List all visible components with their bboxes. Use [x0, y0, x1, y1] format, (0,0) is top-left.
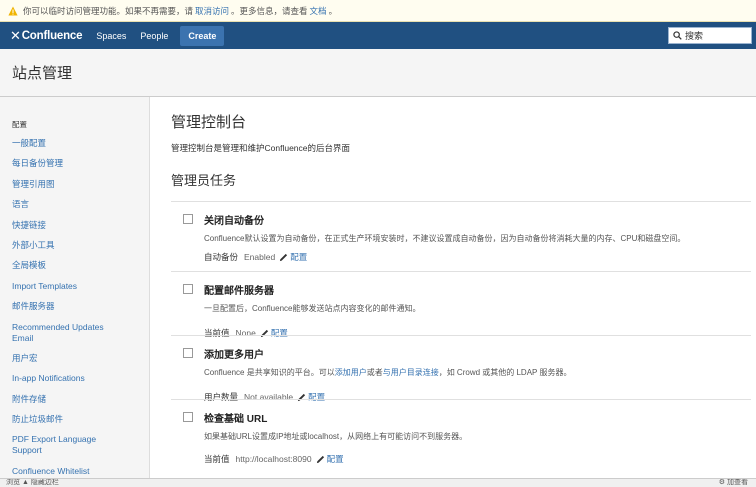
- search-input[interactable]: 搜索: [668, 27, 752, 44]
- task-description: Confluence 是共享知识的平台。可以添加用户或者与用户目录连接，如 Cr…: [204, 367, 724, 379]
- pencil-icon: [316, 455, 324, 463]
- bottom-bar-left[interactable]: 浏览 ▲ 隐藏边栏: [6, 479, 59, 486]
- sidebar-heading: 配置: [12, 120, 27, 129]
- task-meta: 当前值 http://localhost:8090 配置: [204, 453, 751, 465]
- task-description: 一旦配置后，Confluence能够发送站点内容变化的邮件通知。: [204, 304, 421, 313]
- task-text-c: ，如 Crowd 或其他的 LDAP 服务器。: [438, 368, 572, 377]
- notice-text: 你可以临时访问管理功能。如果不再需要，请: [23, 5, 194, 16]
- bottom-bar: 浏览 ▲ 隐藏边栏 ⚙ 加查看: [0, 478, 756, 487]
- task-check-base-url: 检查基础 URL 如果基础URL设置成IP地址或localhost，从网络上有可…: [171, 399, 751, 469]
- task-meta-value: http://localhost:8090: [235, 454, 312, 464]
- task-meta-label: 自动备份: [204, 252, 239, 262]
- search-placeholder: 搜索: [685, 31, 704, 41]
- top-navigation: ✕ Confluence Spaces People Create 搜索: [0, 22, 756, 49]
- create-button[interactable]: Create: [180, 25, 225, 46]
- logo-text: Confluence: [21, 29, 83, 42]
- add-users-link[interactable]: 添加用户: [335, 368, 367, 377]
- console-description: 管理控制台是管理和维护Confluence的后台界面: [171, 143, 351, 153]
- bottom-bar-right[interactable]: ⚙ 加查看: [719, 479, 748, 487]
- sidebar-item-attachment-storage[interactable]: 附件存储: [12, 394, 122, 405]
- sidebar-item-spam-prevention[interactable]: 防止垃圾邮件: [12, 414, 122, 425]
- task-disable-backup: 关闭自动备份 Confluence默认设置为自动备份，在正式生产环境安装时，不建…: [171, 201, 751, 271]
- docs-link[interactable]: 文档: [310, 5, 327, 17]
- task-add-users: 添加更多用户 Confluence 是共享知识的平台。可以添加用户或者与用户目录…: [171, 335, 751, 402]
- page-title: 站点管理: [12, 65, 73, 82]
- task-meta-label: 当前值: [204, 454, 230, 464]
- cancel-access-link[interactable]: 取消访问: [195, 5, 229, 17]
- warning-icon: [8, 6, 18, 16]
- task-title: 配置邮件服务器: [204, 286, 274, 297]
- task-meta-value: Enabled: [244, 252, 276, 262]
- sidebar-item-language[interactable]: 语言: [12, 199, 122, 210]
- pencil-icon: [280, 253, 288, 261]
- nav-spaces[interactable]: Spaces: [96, 31, 126, 41]
- task-config-link[interactable]: 配置: [290, 251, 307, 263]
- notice-text-end: 。: [328, 5, 338, 16]
- sidebar-item-import-templates[interactable]: Import Templates: [12, 281, 122, 292]
- task-description: 如果基础URL设置成IP地址或localhost，从网络上有可能访问不到服务器。: [204, 432, 468, 441]
- console-title: 管理控制台: [171, 114, 247, 131]
- user-directory-link[interactable]: 与用户目录连接: [383, 368, 439, 377]
- task-text-b: 或者: [366, 368, 383, 377]
- sidebar-item-global-templates[interactable]: 全局模板: [12, 260, 122, 271]
- sidebar-item-mail-servers[interactable]: 邮件服务器: [12, 301, 122, 312]
- page-header: 站点管理: [0, 49, 756, 97]
- task-checkbox[interactable]: [183, 284, 193, 294]
- task-config-link[interactable]: 配置: [327, 453, 344, 465]
- task-meta: 自动备份 Enabled 配置: [204, 251, 751, 263]
- task-configure-mail: 配置邮件服务器 一旦配置后，Confluence能够发送站点内容变化的邮件通知。…: [171, 271, 751, 338]
- nav-people[interactable]: People: [140, 31, 168, 41]
- task-text-a: Confluence 是共享知识的平台。可以: [204, 368, 335, 377]
- notice-text-middle: 。更多信息，请查看: [231, 5, 308, 16]
- task-checkbox[interactable]: [183, 214, 193, 224]
- task-title: 关闭自动备份: [204, 216, 264, 227]
- sidebar-item-user-macros[interactable]: 用户宏: [12, 353, 122, 364]
- confluence-x-icon: ✕: [10, 27, 21, 43]
- task-checkbox[interactable]: [183, 348, 193, 358]
- sidebar-item-in-app-notifications[interactable]: In-app Notifications: [12, 373, 122, 384]
- sidebar-item-recommended-updates[interactable]: Recommended Updates Email: [12, 322, 122, 344]
- sidebar-item-shortcut-links[interactable]: 快捷链接: [12, 220, 122, 231]
- confluence-logo[interactable]: ✕ Confluence: [10, 27, 83, 44]
- admin-tasks-heading: 管理员任务: [171, 173, 237, 188]
- sidebar-item-external-gadgets[interactable]: 外部小工具: [12, 240, 122, 251]
- sidebar-item-referrers[interactable]: 管理引用图: [12, 179, 122, 190]
- task-description: Confluence默认设置为自动备份，在正式生产环境安装时，不建议设置成自动备…: [204, 234, 686, 243]
- task-checkbox[interactable]: [183, 412, 193, 422]
- admin-access-notice: 你可以临时访问管理功能。如果不再需要，请 取消访问 。更多信息，请查看 文档 。: [0, 0, 756, 22]
- admin-sidebar: 配置 一般配置 每日备份管理 管理引用图 语言 快捷链接 外部小工具 全局模板 …: [0, 97, 150, 487]
- sidebar-item-pdf-export-language[interactable]: PDF Export Language Support: [12, 434, 122, 456]
- sidebar-item-confluence-whitelist[interactable]: Confluence Whitelist: [12, 466, 122, 477]
- task-title: 检查基础 URL: [204, 414, 268, 425]
- task-title: 添加更多用户: [204, 350, 264, 361]
- main-content: 管理控制台 管理控制台是管理和维护Confluence的后台界面 管理员任务 关…: [150, 97, 756, 487]
- search-icon: [673, 31, 682, 40]
- sidebar-item-general-config[interactable]: 一般配置: [12, 138, 122, 149]
- sidebar-item-daily-backup[interactable]: 每日备份管理: [12, 158, 122, 169]
